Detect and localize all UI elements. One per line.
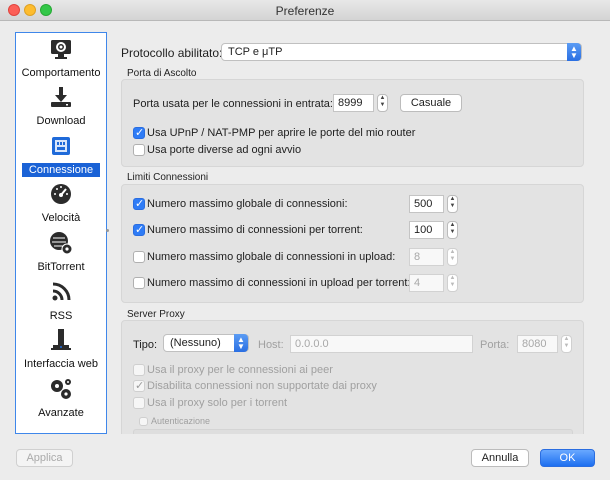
proxy-port-input[interactable]: 8080	[517, 335, 558, 353]
max-global-connections-stepper[interactable]: ▲ ▼	[447, 195, 458, 213]
protocol-select[interactable]: TCP e μTP ▲ ▼	[221, 43, 582, 61]
max-global-upload-checkbox[interactable]	[133, 251, 145, 263]
max-global-connections-checkbox[interactable]	[133, 197, 145, 210]
globe-gear-icon	[50, 232, 73, 255]
max-global-connections-input[interactable]: 500	[409, 195, 444, 213]
random-port-startup-label: Usa porte diverse ad ogni avvio	[147, 144, 302, 156]
proxy-disable-unsupported-checkbox[interactable]	[133, 379, 145, 392]
proxy-port-label: Porta:	[480, 339, 510, 351]
proxy-auth-group	[133, 429, 573, 434]
monitor-gear-icon	[51, 40, 71, 59]
chevron-updown-icon: ▲ ▼	[234, 334, 248, 352]
protocol-select-value: TCP e μTP	[228, 46, 283, 58]
max-global-upload-stepper[interactable]: ▲ ▼	[447, 248, 458, 266]
sidebar-item-bittorrent[interactable]: BitTorrent	[16, 229, 106, 277]
title-bar[interactable]: Preferenze	[0, 0, 610, 21]
rss-icon	[52, 282, 71, 301]
max-global-upload-input[interactable]: 8	[409, 248, 444, 266]
proxy-auth-label: Autenticazione	[151, 416, 211, 426]
max-torrent-upload-checkbox[interactable]	[133, 277, 145, 289]
sidebar-item-interfaccia-web[interactable]: Interfaccia web	[16, 326, 106, 374]
proxy-peer-label: Usa il proxy per le connessioni ai peer	[147, 364, 333, 376]
sidebar-item-label: Interfaccia web	[24, 358, 98, 370]
proxy-torrent-only-label: Usa il proxy solo per i torrent	[147, 397, 287, 409]
network-icon	[52, 137, 70, 155]
proxy-peer-checkbox[interactable]	[133, 364, 145, 376]
chevron-updown-icon: ▲ ▼	[567, 43, 581, 61]
sidebar-item-comportamento[interactable]: Comportamento	[16, 35, 106, 83]
port-stepper[interactable]: ▲ ▼	[377, 94, 388, 112]
proxy-host-input[interactable]: 0.0.0.0	[290, 335, 473, 353]
upnp-checkbox[interactable]	[133, 126, 145, 139]
sidebar-item-connessione[interactable]: Connessione	[16, 132, 106, 180]
port-input[interactable]: 8999	[333, 94, 374, 112]
max-global-upload-label: Numero massimo globale di connessioni in…	[147, 251, 396, 263]
limits-section-title: Limiti Connessioni	[127, 172, 209, 183]
sidebar: Comportamento Download Connessione Veloc…	[15, 32, 107, 434]
proxy-port-stepper[interactable]: ▲ ▼	[561, 335, 572, 353]
proxy-section-title: Server Proxy	[127, 309, 185, 320]
web-ui-icon	[51, 329, 71, 350]
sidebar-item-rss[interactable]: RSS	[16, 278, 106, 326]
max-torrent-upload-input[interactable]: 4	[409, 274, 444, 292]
max-torrent-connections-checkbox[interactable]	[133, 223, 145, 236]
max-torrent-upload-stepper[interactable]: ▲ ▼	[447, 274, 458, 292]
port-label: Porta usata per le connessioni in entrat…	[133, 98, 333, 110]
sidebar-item-label: RSS	[49, 310, 73, 322]
splitter-handle[interactable]	[106, 229, 109, 232]
proxy-group: Tipo: (Nessuno) ▲ ▼ Host: 0.0.0.0 Porta: …	[121, 320, 584, 434]
proxy-disable-unsupported-label: Disabilita connessioni non supportate da…	[147, 380, 377, 392]
max-torrent-connections-label: Numero massimo di connessioni per torren…	[147, 224, 363, 236]
random-port-startup-checkbox[interactable]	[133, 144, 145, 156]
max-torrent-upload-label: Numero massimo di connessioni in upload …	[147, 277, 411, 289]
sidebar-item-label: Download	[36, 115, 86, 127]
upnp-label: Usa UPnP / NAT-PMP per aprire le porte d…	[147, 127, 416, 139]
apply-button[interactable]: Applica	[16, 449, 73, 467]
ok-button[interactable]: OK	[540, 449, 595, 467]
proxy-type-value: (Nessuno)	[170, 337, 221, 349]
proxy-auth-checkbox[interactable]	[139, 417, 148, 426]
sidebar-item-velocita[interactable]: Velocità	[16, 180, 106, 228]
sidebar-item-label: Avanzate	[38, 407, 84, 419]
download-icon	[51, 87, 71, 107]
proxy-type-select[interactable]: (Nessuno) ▲ ▼	[163, 334, 249, 352]
sidebar-item-download[interactable]: Download	[16, 83, 106, 131]
random-port-button[interactable]: Casuale	[400, 94, 462, 112]
proxy-type-label: Tipo:	[133, 339, 158, 351]
sidebar-item-label: Velocità	[41, 212, 81, 224]
listening-section-title: Porta di Ascolto	[127, 68, 197, 79]
gears-icon	[51, 379, 71, 399]
proxy-torrent-only-checkbox[interactable]	[133, 397, 145, 409]
preferences-content: Protocollo abilitato: TCP e μTP ▲ ▼ Porta…	[110, 32, 596, 434]
max-global-connections-label: Numero massimo globale di connessioni:	[147, 198, 348, 210]
sidebar-item-label: Connessione	[22, 163, 100, 177]
sidebar-item-label: Comportamento	[21, 67, 101, 79]
sidebar-item-label: BitTorrent	[37, 261, 85, 273]
listening-group: Porta usata per le connessioni in entrat…	[121, 79, 584, 167]
sidebar-item-avanzate[interactable]: Avanzate	[16, 375, 106, 423]
max-torrent-connections-input[interactable]: 100	[409, 221, 444, 239]
cancel-button[interactable]: Annulla	[471, 449, 529, 467]
limits-group: Numero massimo globale di connessioni: 5…	[121, 184, 584, 303]
speedometer-icon	[51, 184, 71, 204]
protocol-label: Protocollo abilitato:	[121, 46, 223, 60]
max-torrent-connections-stepper[interactable]: ▲ ▼	[447, 221, 458, 239]
content-scrollbar[interactable]	[588, 32, 596, 434]
proxy-host-label: Host:	[258, 339, 284, 351]
window-title: Preferenze	[275, 4, 335, 18]
